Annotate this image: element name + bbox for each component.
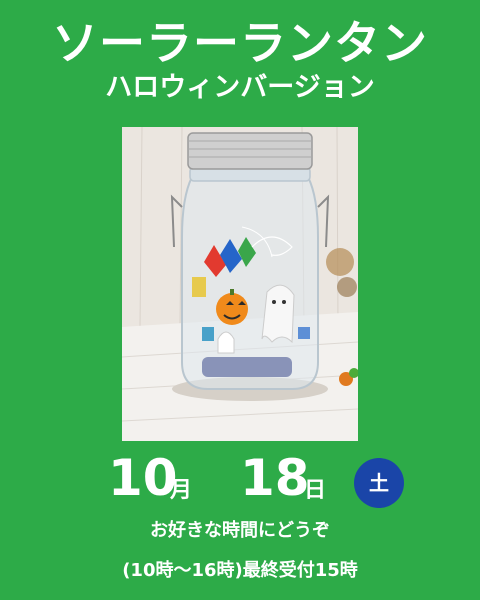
date-month: 10 xyxy=(108,449,178,507)
event-date: 10 月 18 日 土 xyxy=(0,450,480,512)
lantern-photo xyxy=(122,127,358,441)
page-subtitle: ハロウィンバージョン xyxy=(105,72,375,103)
page-title: ソーラーランタン xyxy=(52,16,428,70)
weekday-badge: 土 xyxy=(354,458,404,508)
date-day: 18 xyxy=(240,449,310,507)
date-month-unit: 月 xyxy=(170,478,193,503)
hours-note: (10時〜16時)最終受付15時 xyxy=(122,560,358,581)
date-day-unit: 日 xyxy=(304,478,327,503)
time-note: お好きな時間にどうぞ xyxy=(150,520,330,541)
